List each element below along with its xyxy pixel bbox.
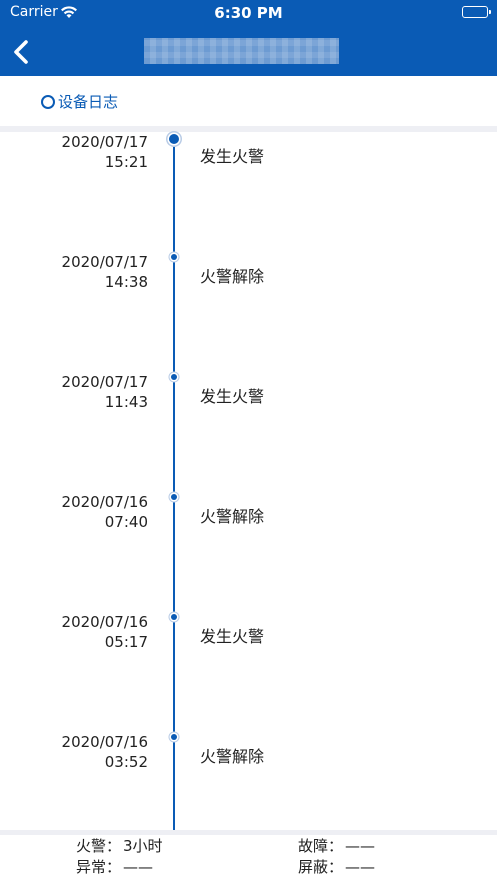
log-datetime: 2020/07/16 07:40 <box>62 492 148 532</box>
timeline-dot <box>171 374 177 380</box>
log-event: 发生火警 <box>200 387 265 406</box>
summary-panel: 火警： 3小时 故障： —— 异常： —— 屏蔽： —— <box>0 835 497 883</box>
log-datetime: 2020/07/16 03:52 <box>62 732 148 772</box>
log-event: 发生火警 <box>200 147 265 166</box>
log-datetime: 2020/07/17 15:21 <box>62 132 148 172</box>
timeline-dot <box>171 614 177 620</box>
log-time: 14:38 <box>104 273 148 291</box>
log-date: 2020/07/16 <box>61 613 148 631</box>
log-event: 火警解除 <box>200 507 265 526</box>
chevron-left-icon <box>14 40 28 64</box>
log-entry: 2020/07/17 11:43 发生火警 <box>0 372 497 492</box>
log-timeline[interactable]: 2020/07/17 15:21 发生火警 2020/07/17 14:38 火… <box>0 132 497 830</box>
summary-fire-label: 火警： <box>76 837 122 855</box>
summary-fault: 故障： —— <box>298 836 375 856</box>
log-date: 2020/07/17 <box>61 253 148 271</box>
summary-abnormal-value: —— <box>123 858 154 876</box>
log-date: 2020/07/16 <box>61 733 148 751</box>
summary-fire: 火警： 3小时 <box>76 836 163 856</box>
log-time: 15:21 <box>104 153 148 171</box>
log-entry: 2020/07/16 05:17 发生火警 <box>0 612 497 732</box>
nav-bar <box>0 28 497 76</box>
section-title: 设备日志 <box>58 93 119 111</box>
summary-fire-value: 3小时 <box>123 837 163 855</box>
summary-shield: 屏蔽： —— <box>298 857 375 877</box>
timeline-dot <box>171 494 177 500</box>
timeline-dot <box>171 734 177 740</box>
log-event: 发生火警 <box>200 627 265 646</box>
log-time: 07:40 <box>104 513 148 531</box>
log-time: 03:52 <box>104 753 148 771</box>
summary-abnormal: 异常： —— <box>76 857 153 877</box>
log-date: 2020/07/17 <box>61 133 148 151</box>
log-time: 11:43 <box>104 393 148 411</box>
ring-icon <box>41 95 55 109</box>
log-entry: 2020/07/16 07:40 火警解除 <box>0 492 497 612</box>
log-time: 05:17 <box>104 633 148 651</box>
summary-fault-label: 故障： <box>298 837 344 855</box>
log-event: 火警解除 <box>200 747 265 766</box>
summary-fault-value: —— <box>345 837 376 855</box>
timeline-dot <box>169 134 179 144</box>
summary-shield-value: —— <box>345 858 376 876</box>
back-button[interactable] <box>6 34 42 70</box>
section-header: 设备日志 <box>0 76 497 126</box>
log-event: 火警解除 <box>200 267 265 286</box>
summary-shield-label: 屏蔽： <box>298 858 344 876</box>
summary-abnormal-label: 异常： <box>76 858 122 876</box>
log-datetime: 2020/07/17 14:38 <box>62 252 148 292</box>
log-date: 2020/07/17 <box>61 373 148 391</box>
page-title-redacted <box>144 38 339 64</box>
log-entry: 2020/07/17 14:38 火警解除 <box>0 252 497 372</box>
log-datetime: 2020/07/16 05:17 <box>62 612 148 652</box>
clock: 6:30 PM <box>214 4 283 22</box>
timeline-dot <box>171 254 177 260</box>
log-date: 2020/07/16 <box>61 493 148 511</box>
log-entry: 2020/07/17 15:21 发生火警 <box>0 132 497 252</box>
battery-icon <box>462 6 491 18</box>
status-bar: Carrier 6:30 PM <box>0 0 497 28</box>
log-datetime: 2020/07/17 11:43 <box>62 372 148 412</box>
